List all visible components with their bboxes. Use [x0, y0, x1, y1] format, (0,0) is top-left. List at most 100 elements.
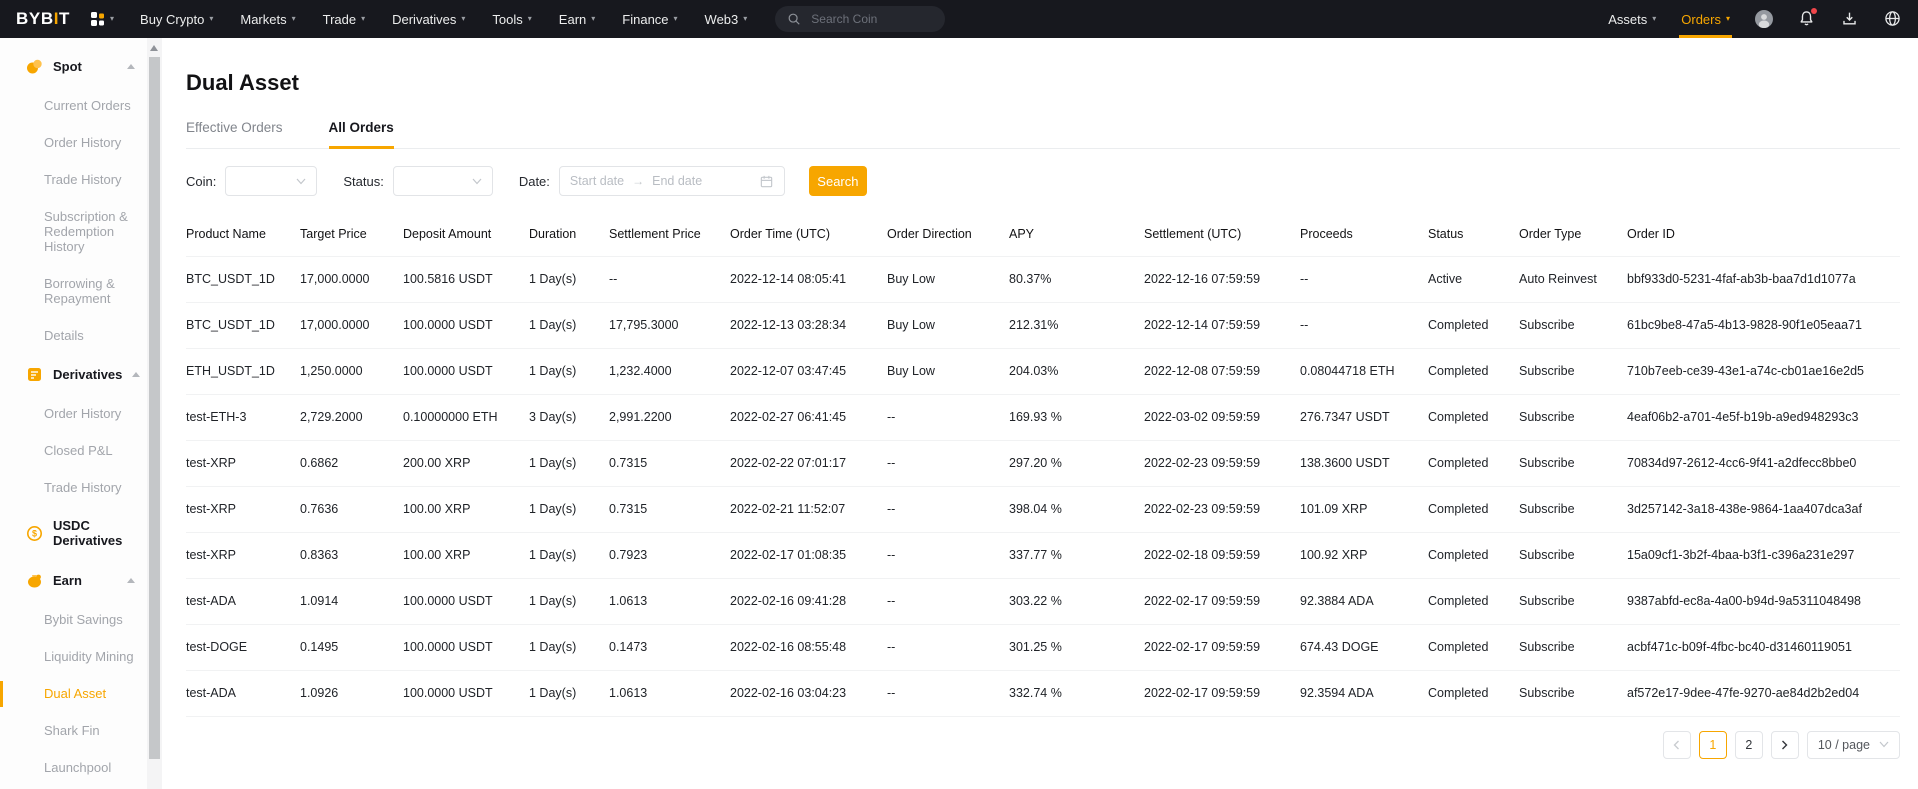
- cell-proceeds: --: [1300, 256, 1428, 302]
- download-app-button[interactable]: [1841, 10, 1859, 28]
- column-header-order-time-utc: Order Time (UTC): [730, 212, 887, 256]
- notifications-button[interactable]: [1798, 10, 1816, 28]
- nav-item-web3[interactable]: Web3▾: [705, 12, 748, 27]
- cell-target-price: 0.6862: [300, 440, 403, 486]
- assets-menu[interactable]: Assets ▾: [1608, 0, 1656, 38]
- cell-apy: 398.04 %: [1009, 486, 1144, 532]
- sidebar-item-liquidity-mining[interactable]: Liquidity Mining: [0, 638, 147, 675]
- sidebar-item-current-orders[interactable]: Current Orders: [0, 87, 147, 124]
- status-select[interactable]: [393, 166, 493, 196]
- chevron-down-icon: ▾: [461, 15, 465, 23]
- sidebar-item-closed-p-l[interactable]: Closed P&L: [0, 432, 147, 469]
- collapse-arrow-icon: [127, 64, 135, 69]
- sidebar-section-usdc-derivatives[interactable]: $USDC Derivatives: [0, 506, 147, 560]
- sidebar-item-bybit-savings[interactable]: Bybit Savings: [0, 601, 147, 638]
- notification-dot: [1811, 8, 1817, 14]
- nav-item-finance[interactable]: Finance▾: [622, 12, 677, 27]
- cell-target-price: 17,000.0000: [300, 256, 403, 302]
- main-menu: Buy Crypto▾ Markets▾ Trade▾ Derivatives▾ Too…: [140, 12, 747, 27]
- page-size-select[interactable]: 10 / page: [1807, 731, 1900, 759]
- chevron-down-icon: [1879, 741, 1889, 748]
- prev-page-button[interactable]: [1663, 731, 1691, 759]
- cell-order-type: Subscribe: [1519, 578, 1627, 624]
- search-input[interactable]: [809, 11, 933, 27]
- nav-item-tools[interactable]: Tools▾: [492, 12, 531, 27]
- sidebar-section-earn[interactable]: Earn: [0, 560, 147, 601]
- orders-menu[interactable]: Orders ▾: [1681, 0, 1730, 38]
- avatar[interactable]: [1755, 10, 1773, 28]
- cell-proceeds: 92.3594 ADA: [1300, 670, 1428, 716]
- sidebar-item-trade-history[interactable]: Trade History: [0, 469, 147, 506]
- date-range-input[interactable]: Start date → End date: [559, 166, 785, 196]
- sidebar-item-trade-history[interactable]: Trade History: [0, 161, 147, 198]
- bybit-logo[interactable]: BYBIT: [16, 9, 70, 29]
- tab-all-orders[interactable]: All Orders: [329, 120, 394, 148]
- sidebar-item-subscription-redemption-history[interactable]: Subscription & Redemption History: [0, 198, 147, 265]
- sidebar-item-details[interactable]: Details: [0, 317, 147, 354]
- status-filter-label: Status:: [343, 174, 383, 189]
- coin-select[interactable]: [225, 166, 317, 196]
- cell-apy: 303.22 %: [1009, 578, 1144, 624]
- search-button[interactable]: Search: [809, 166, 867, 196]
- nav-item-buy-crypto[interactable]: Buy Crypto▾: [140, 12, 213, 27]
- cell-order-type: Auto Reinvest: [1519, 256, 1627, 302]
- cell-settlement-utc: 2022-02-17 09:59:59: [1144, 578, 1300, 624]
- assets-label: Assets: [1608, 12, 1647, 27]
- nav-item-trade[interactable]: Trade▾: [323, 12, 366, 27]
- main-content: Dual Asset Effective Orders All Orders C…: [162, 38, 1918, 789]
- chevron-down-icon: [472, 178, 482, 185]
- cell-order-direction: Buy Low: [887, 302, 1009, 348]
- date-filter-label: Date:: [519, 174, 550, 189]
- chevron-down-icon: ▾: [1652, 15, 1656, 23]
- search-box[interactable]: [775, 6, 945, 32]
- tab-effective-orders[interactable]: Effective Orders: [186, 120, 283, 148]
- table-row: ETH_USDT_1D1,250.0000100.0000 USDT1 Day(…: [186, 348, 1900, 394]
- sidebar-item-borrowing-repayment[interactable]: Borrowing & Repayment: [0, 265, 147, 317]
- cell-deposit-amount: 100.0000 USDT: [403, 670, 529, 716]
- sidebar-item-order-history[interactable]: Order History: [0, 395, 147, 432]
- sidebar-item-dual-asset[interactable]: Dual Asset: [0, 675, 147, 712]
- cell-order-time-utc: 2022-02-27 06:41:45: [730, 394, 887, 440]
- page-button-1[interactable]: 1: [1699, 731, 1727, 759]
- cell-deposit-amount: 0.10000000 ETH: [403, 394, 529, 440]
- sidebar-item-launchpool[interactable]: Launchpool: [0, 749, 147, 786]
- scrollbar-up-arrow-icon[interactable]: [150, 45, 158, 51]
- table-row: test-XRP0.6862200.00 XRP1 Day(s)0.731520…: [186, 440, 1900, 486]
- cell-settlement-utc: 2022-12-08 07:59:59: [1144, 348, 1300, 394]
- column-header-apy: APY: [1009, 212, 1144, 256]
- cell-settlement-utc: 2022-02-23 09:59:59: [1144, 486, 1300, 532]
- chevron-down-icon: ▾: [591, 15, 595, 23]
- nav-item-label: Tools: [492, 12, 522, 27]
- cell-order-id: 710b7eeb-ce39-43e1-a74c-cb01ae16e2d5: [1627, 348, 1900, 394]
- page-button-2[interactable]: 2: [1735, 731, 1763, 759]
- next-page-button[interactable]: [1771, 731, 1799, 759]
- cell-target-price: 0.1495: [300, 624, 403, 670]
- cell-proceeds: 674.43 DOGE: [1300, 624, 1428, 670]
- chevron-down-icon: ▾: [361, 15, 365, 23]
- language-button[interactable]: [1884, 10, 1902, 28]
- cell-order-time-utc: 2022-12-07 03:47:45: [730, 348, 887, 394]
- sidebar-item-shark-fin[interactable]: Shark Fin: [0, 712, 147, 749]
- cell-product-name: test-ADA: [186, 670, 300, 716]
- logo-text: BYB: [16, 9, 54, 28]
- nav-item-earn[interactable]: Earn▾: [559, 12, 595, 27]
- calendar-icon[interactable]: [759, 174, 774, 189]
- sidebar-scrollbar[interactable]: [147, 38, 162, 789]
- scrollbar-thumb[interactable]: [149, 57, 160, 759]
- nav-item-markets[interactable]: Markets▾: [240, 12, 295, 27]
- sidebar-section-spot[interactable]: Spot: [0, 46, 147, 87]
- sidebar-item-order-history[interactable]: Order History: [0, 124, 147, 161]
- cell-settlement-utc: 2022-12-16 07:59:59: [1144, 256, 1300, 302]
- cell-duration: 1 Day(s): [529, 486, 609, 532]
- cell-product-name: test-ETH-3: [186, 394, 300, 440]
- cell-order-time-utc: 2022-02-21 11:52:07: [730, 486, 887, 532]
- cell-duration: 1 Day(s): [529, 578, 609, 624]
- cell-settlement-utc: 2022-03-02 09:59:59: [1144, 394, 1300, 440]
- cell-status: Completed: [1428, 578, 1519, 624]
- chevron-down-icon: ▾: [1726, 15, 1730, 23]
- nav-item-derivatives[interactable]: Derivatives▾: [392, 12, 465, 27]
- products-grid-button[interactable]: ▾: [90, 11, 114, 27]
- sidebar-section-derivatives[interactable]: Derivatives: [0, 354, 147, 395]
- column-header-order-type: Order Type: [1519, 212, 1627, 256]
- cell-settlement-utc: 2022-02-17 09:59:59: [1144, 670, 1300, 716]
